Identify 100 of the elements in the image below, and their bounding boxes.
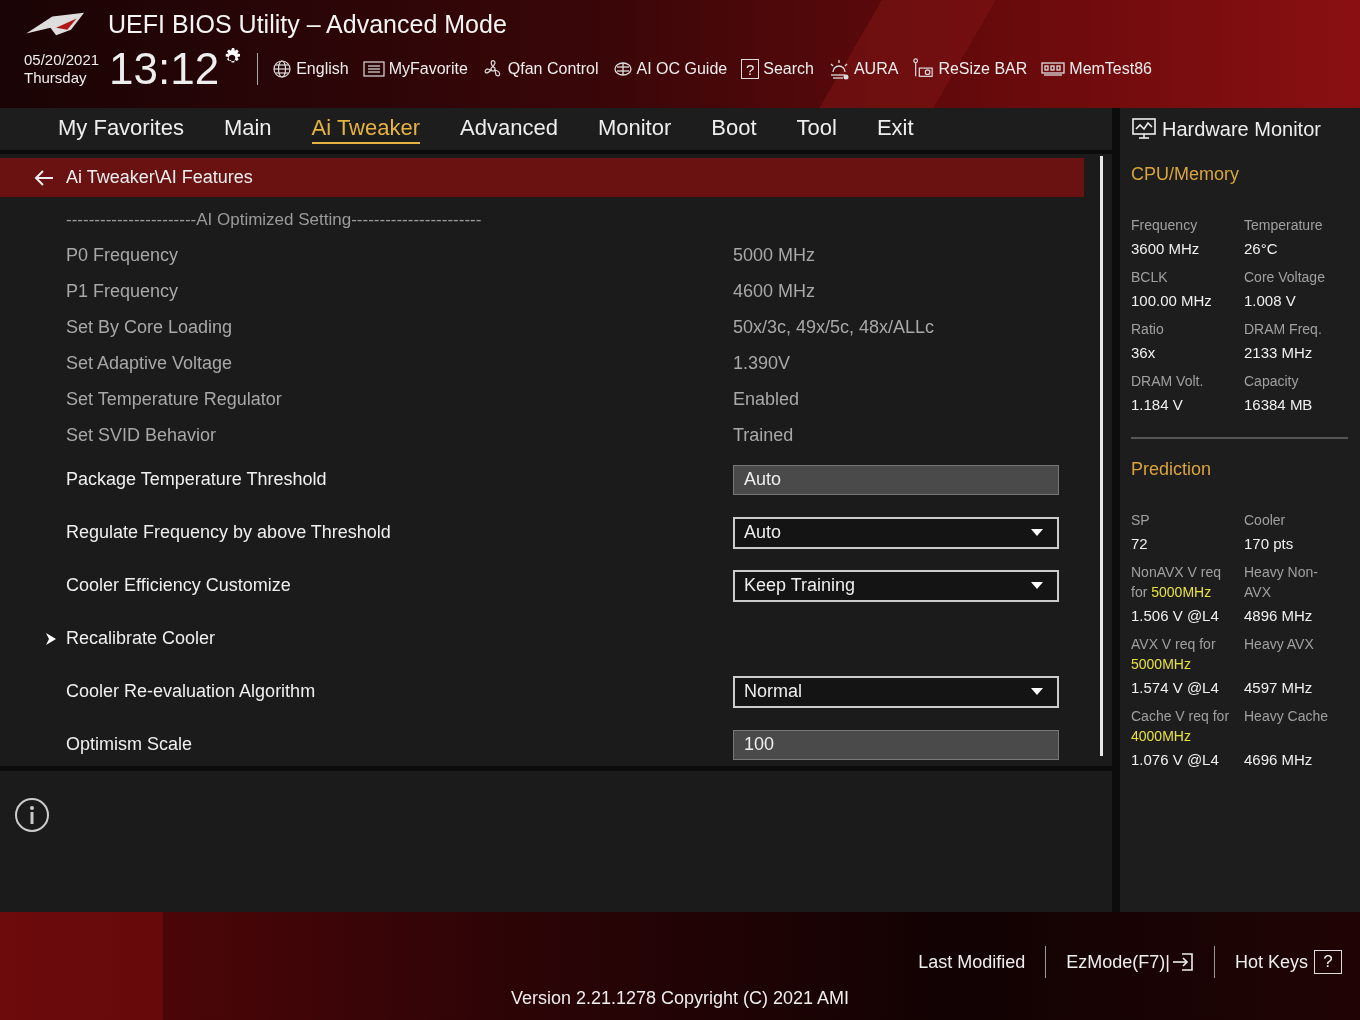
toolbar-item[interactable]: Qfan Control [481,58,599,80]
chevron-icon [46,632,56,645]
section-title: CPU/Memory [1131,164,1240,185]
memory-icon [1041,61,1066,77]
caret-icon [1031,688,1043,695]
section-divider-label: -----------------------AI Optimized Setting----------------------- [66,210,482,230]
setting-value: Trained [733,424,794,446]
card-icon [912,58,935,80]
scrollbar[interactable] [1100,156,1103,756]
back-arrow-icon[interactable] [34,169,54,186]
monitor-value: 4896 MHz [1244,607,1314,624]
section-title: Prediction [1131,459,1213,480]
toolbar-item[interactable]: AURA [827,58,899,80]
toolbar-item[interactable]: MyFavorite [362,60,468,78]
exit-arrow-icon [1171,952,1194,972]
setting-label: Cooler Efficiency Customize [66,575,292,596]
monitor-label: Ratio [1131,320,1165,339]
monitor-label: Heavy AVX [1244,635,1315,654]
breadcrumb-path: Ai Tweaker\AI Features [66,167,253,188]
toolbar-item[interactable]: English [272,59,349,79]
monitor-label: AVX V req for 5000MHz [1131,635,1217,674]
monitor-label: Capacity [1244,372,1300,391]
list-icon [362,60,385,78]
menu-tab[interactable]: Tool [796,114,837,144]
menu-tab[interactable]: Main [223,114,272,144]
last-modified-button[interactable]: Last Modified [918,951,1026,973]
setting-label: Package Temperature Threshold [66,469,328,490]
hot-keys-button[interactable]: Hot Keys ? [1234,950,1342,974]
dropdown[interactable]: Auto [733,516,1059,549]
monitor-value: 4597 MHz [1244,679,1314,696]
toolbar-item[interactable]: ReSize BAR [912,58,1028,80]
monitor-label: NonAVX V req for 5000MHz [1131,563,1222,602]
menu-tab[interactable]: Exit [876,114,914,144]
monitor-value: 72 [1131,535,1149,552]
monitor-value: 100.00 MHz [1131,292,1213,309]
day-text: Thursday [24,69,88,87]
version-text: Version 2.21.1278 Copyright (C) 2021 AMI [509,988,851,1009]
caret-icon [1031,582,1043,589]
monitor-label: Temperature [1244,216,1324,235]
monitor-label: Core Voltage [1244,268,1326,287]
setting-label: P1 Frequency [66,280,180,302]
monitor-label: DRAM Freq. [1244,320,1323,339]
monitor-label: Cooler [1244,511,1287,530]
setting-label: Set Temperature Regulator [66,388,283,410]
monitor-label: Cache V req for 4000MHz [1131,707,1231,746]
toolbar-item[interactable]: ? Search [741,59,814,79]
menu-tab[interactable]: Advanced [460,114,558,144]
toolbar-item[interactable]: AI OC Guide [612,59,728,79]
setting-value: Enabled [733,388,800,410]
monitor-value: 1.506 V @L4 [1131,607,1220,624]
monitor-label: SP [1131,511,1151,530]
menu-tab[interactable]: My Favorites [58,114,184,144]
monitor-label: Frequency [1131,216,1199,235]
menu-tab[interactable]: Monitor [597,114,672,144]
monitor-title: Hardware Monitor [1162,117,1321,141]
monitor-value: 26°C [1244,240,1279,257]
help-icon: ? [1314,950,1342,974]
setting-value: 4600 MHz [733,280,816,302]
clock-time: 13:12 [109,47,220,91]
dropdown[interactable]: Keep Training [733,569,1059,602]
monitor-value: 36x [1131,344,1157,361]
globe-icon [272,59,293,79]
monitor-icon [1132,118,1156,140]
monitor-value: 2133 MHz [1244,344,1314,361]
dropdown[interactable]: Normal [733,675,1059,708]
setting-label: Set SVID Behavior [66,424,218,446]
monitor-value: 1.008 V [1244,292,1297,309]
setting-label: Cooler Re-evaluation Algorithm [66,681,317,702]
setting-label: Regulate Frequency by above Threshold [66,522,392,543]
menu-tab[interactable]: Boot [711,114,757,144]
monitor-label: DRAM Volt. [1131,372,1205,391]
monitor-value: 3600 MHz [1131,240,1201,257]
monitor-value: 1.184 V [1131,396,1184,413]
menu-tab[interactable]: Ai Tweaker [311,114,421,144]
setting-label: Set By Core Loading [66,316,234,338]
setting-value: 1.390V [733,352,791,374]
setting-value: 50x/3c, 49x/5c, 48x/ALLc [733,316,935,338]
monitor-label: Heavy Non-AVX [1244,563,1319,602]
ezmode-button[interactable]: EzMode(F7)| [1066,951,1194,973]
setting-value: 5000 MHz [733,244,816,266]
monitor-value: 4696 MHz [1244,751,1314,768]
date-text: 05/20/2021 [24,51,100,69]
setting-label: P0 Frequency [66,244,180,266]
monitor-value: 16384 MB [1244,396,1314,413]
info-icon [14,797,50,833]
input-field[interactable]: Auto [733,464,1059,495]
chip-icon [612,59,633,79]
monitor-label: BCLK [1131,268,1169,287]
input-field[interactable]: 100 [733,729,1059,760]
caret-icon [1031,529,1043,536]
help-icon: ? [741,59,760,79]
setting-label: Set Adaptive Voltage [66,352,234,374]
window-title: UEFI BIOS Utility – Advanced Mode [108,10,507,39]
monitor-value: 1.076 V @L4 [1131,751,1220,768]
monitor-label: Heavy Cache [1244,707,1330,726]
setting-label: Optimism Scale [66,734,194,755]
monitor-value: 170 pts [1244,535,1295,552]
monitor-value: 1.574 V @L4 [1131,679,1220,696]
submenu-link[interactable]: Recalibrate Cooler [66,628,733,649]
toolbar-item[interactable]: MemTest86 [1041,60,1152,78]
